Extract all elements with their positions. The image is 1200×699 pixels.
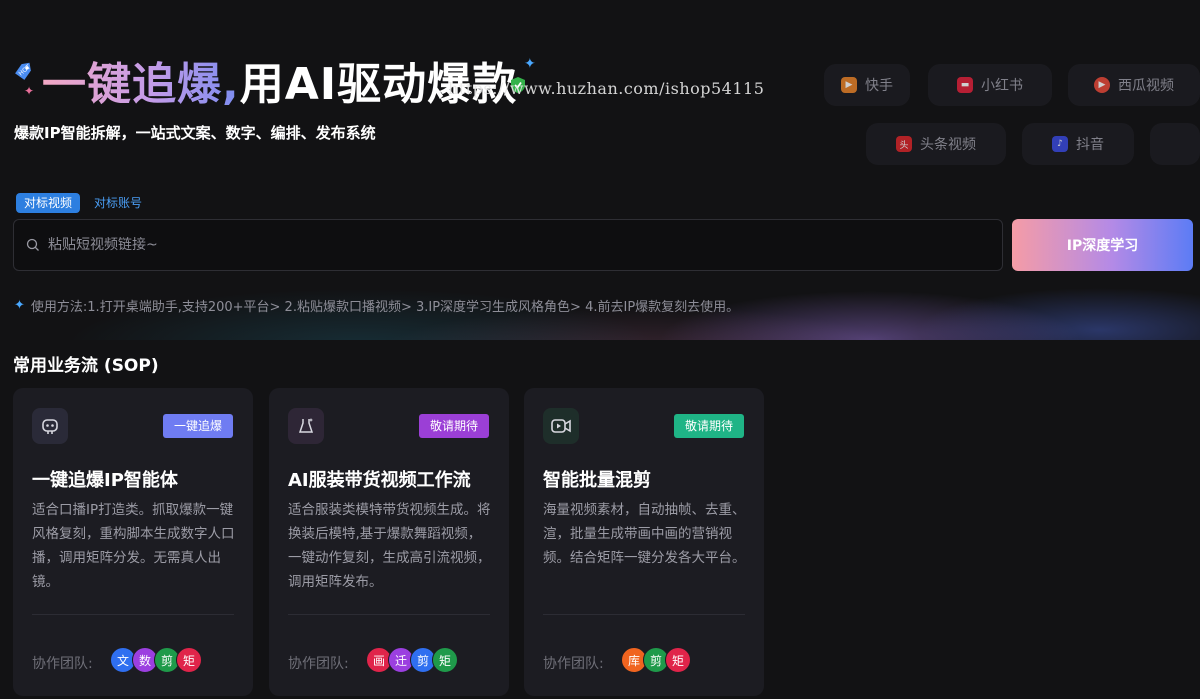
platform-label: 抖音 bbox=[1076, 137, 1104, 153]
sop-card[interactable]: 一键追爆 一键追爆IP智能体 适合口播IP打造类。抓取爆款一键风格复刻，重构脚本… bbox=[13, 388, 253, 696]
watermark-url: https://www.huzhan.com/ishop54115 bbox=[448, 79, 765, 98]
sparkle-icon: ✦ bbox=[24, 84, 35, 98]
platform-douyin[interactable]: ♪ 抖音 bbox=[1022, 123, 1134, 165]
platform-partial[interactable] bbox=[1150, 123, 1200, 165]
sop-card[interactable]: 敬请期待 智能批量混剪 海量视频素材，自动抽帧、去重、渲，批量生成带画中画的营销… bbox=[524, 388, 764, 696]
status-badge[interactable]: 一键追爆 bbox=[162, 414, 233, 438]
platform-toutiao[interactable]: 头 头条视频 bbox=[866, 123, 1006, 165]
video-camera-icon bbox=[543, 408, 579, 444]
card-description: 适合口播IP打造类。抓取爆款一键风格复刻，重构脚本生成数字人口播，调用矩阵分发。… bbox=[32, 502, 235, 590]
team-avatars: 画 迁 剪 矩 bbox=[366, 647, 458, 673]
robot-icon bbox=[32, 408, 68, 444]
platform-kuaishou[interactable]: ▶ 快手 bbox=[824, 64, 910, 106]
platform-label: 快手 bbox=[865, 78, 893, 94]
divider bbox=[543, 614, 745, 615]
xiaohongshu-icon: ▬ bbox=[957, 77, 973, 93]
card-title: 智能批量混剪 bbox=[543, 470, 651, 491]
ip-deep-learning-button[interactable]: IP深度学习 bbox=[1012, 219, 1193, 271]
section-title: 常用业务流 (SOP) bbox=[13, 356, 159, 376]
hero-title: HOT 一键追爆, 用AI驱动爆款 bbox=[12, 50, 517, 110]
tab-benchmark-account[interactable]: 对标账号 bbox=[94, 193, 142, 213]
usage-text: 使用方法:1.打开桌端助手,支持200+平台> 2.粘贴爆款口播视频> 3.IP… bbox=[30, 300, 740, 315]
platform-label: 西瓜视频 bbox=[1118, 78, 1174, 94]
status-badge[interactable]: 敬请期待 bbox=[418, 414, 489, 438]
usage-instructions: ✦ 使用方法:1.打开桌端助手,支持200+平台> 2.粘贴爆款口播视频> 3.… bbox=[14, 296, 739, 315]
search-box bbox=[13, 219, 1003, 271]
team-avatars: 文 数 剪 矩 bbox=[110, 647, 202, 673]
divider bbox=[288, 614, 490, 615]
sparkle-icon: ✦ bbox=[524, 56, 536, 72]
card-description: 适合服装类模特带货视频生成。将换装后模特,基于爆款舞蹈视频，一键动作复刻，生成高… bbox=[288, 502, 491, 590]
platform-label: 小红书 bbox=[981, 78, 1023, 94]
platform-xigua[interactable]: ▶ 西瓜视频 bbox=[1068, 64, 1200, 106]
card-title: 一键追爆IP智能体 bbox=[32, 470, 178, 491]
platform-label: 头条视频 bbox=[920, 137, 976, 153]
platform-xiaohongshu[interactable]: ▬ 小红书 bbox=[928, 64, 1052, 106]
tab-benchmark-video[interactable]: 对标视频 bbox=[16, 193, 81, 213]
hero-subtitle: 爆款IP智能拆解，一站式文案、数字、编排、发布系统 bbox=[14, 124, 376, 142]
team-label: 协作团队: bbox=[543, 656, 604, 672]
team-label: 协作团队: bbox=[288, 656, 349, 672]
card-title: AI服装带货视频工作流 bbox=[288, 470, 471, 491]
team-avatars: 库 剪 矩 bbox=[621, 647, 691, 673]
avatar: 矩 bbox=[665, 647, 691, 673]
toutiao-icon: 头 bbox=[896, 136, 912, 152]
video-link-input[interactable] bbox=[48, 237, 948, 253]
xigua-icon: ▶ bbox=[1094, 77, 1110, 93]
avatar: 矩 bbox=[432, 647, 458, 673]
card-description: 海量视频素材，自动抽帧、去重、渲，批量生成带画中画的营销视频。结合矩阵一键分发各… bbox=[543, 502, 746, 566]
avatar: 矩 bbox=[176, 647, 202, 673]
sparkle-icon: ✦ bbox=[14, 298, 25, 313]
divider bbox=[32, 614, 234, 615]
douyin-icon: ♪ bbox=[1052, 136, 1068, 152]
hot-tag-icon: HOT bbox=[15, 62, 32, 80]
dress-sparkle-icon bbox=[288, 408, 324, 444]
sop-card[interactable]: 敬请期待 AI服装带货视频工作流 适合服装类模特带货视频生成。将换装后模特,基于… bbox=[269, 388, 509, 696]
search-icon bbox=[26, 238, 39, 251]
status-badge[interactable]: 敬请期待 bbox=[673, 414, 744, 438]
kuaishou-icon: ▶ bbox=[841, 77, 857, 93]
title-gradient-text: 一键追爆, bbox=[42, 48, 240, 112]
team-label: 协作团队: bbox=[32, 656, 93, 672]
